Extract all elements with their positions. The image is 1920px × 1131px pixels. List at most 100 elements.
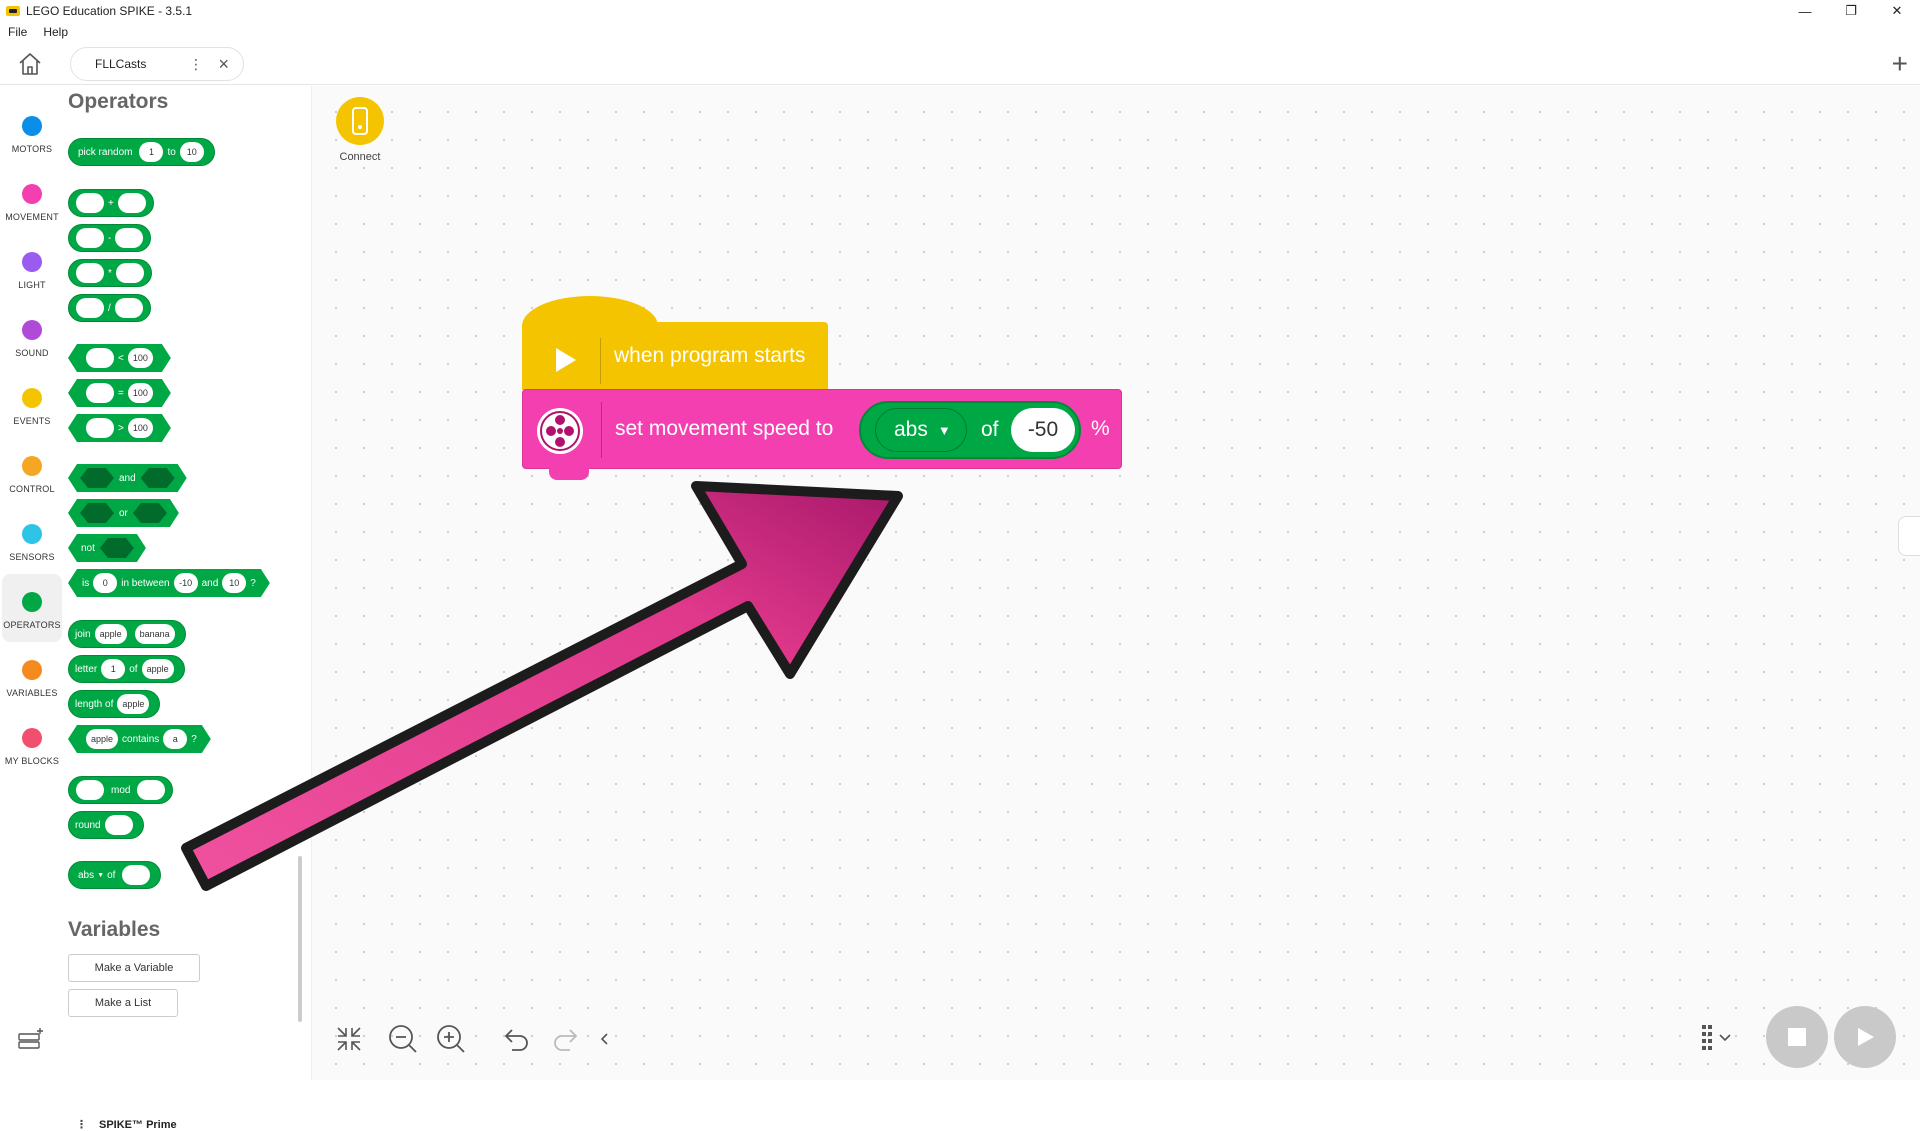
block-input[interactable]: 100 xyxy=(128,383,153,403)
block-input[interactable]: banana xyxy=(134,624,175,644)
block-input[interactable]: 100 xyxy=(128,348,153,368)
block-bool-slot[interactable] xyxy=(100,538,134,558)
block-input[interactable] xyxy=(114,298,143,318)
maximize-button[interactable]: ❐ xyxy=(1828,0,1874,22)
block-greater-than[interactable]: >100 xyxy=(68,414,171,442)
block-length-of[interactable]: length of apple xyxy=(68,690,161,718)
hub-menu-icon[interactable]: ⋮ xyxy=(76,1118,87,1131)
block-input[interactable] xyxy=(86,418,114,438)
block-divide[interactable]: / xyxy=(68,294,151,322)
category-my-blocks[interactable]: MY BLOCKS xyxy=(2,714,62,774)
block-input[interactable] xyxy=(86,348,114,368)
collapse-toolbar-button[interactable] xyxy=(588,1022,622,1056)
menu-file[interactable]: File xyxy=(0,25,35,39)
new-tab-icon[interactable]: + xyxy=(1892,50,1908,78)
programming-canvas[interactable]: Connect xyxy=(312,86,1920,1080)
category-events[interactable]: EVENTS xyxy=(2,374,62,434)
block-input[interactable] xyxy=(76,193,104,213)
block-input[interactable] xyxy=(122,865,151,885)
block-input[interactable]: 100 xyxy=(128,418,153,438)
block-in-between[interactable]: is 0 in between -10 and 10 ? xyxy=(68,569,270,597)
block-input[interactable] xyxy=(137,780,166,800)
close-window-button[interactable]: ✕ xyxy=(1874,0,1920,22)
block-mod[interactable]: mod xyxy=(68,776,174,804)
block-input[interactable] xyxy=(115,263,144,283)
tab-close-icon[interactable]: × xyxy=(218,54,229,75)
tab-fllcasts[interactable]: FLLCasts ⋮ × xyxy=(70,47,244,81)
category-control[interactable]: CONTROL xyxy=(2,442,62,502)
side-panel-handle[interactable] xyxy=(1898,516,1920,556)
block-subtract[interactable]: - xyxy=(68,224,152,252)
add-extension-button[interactable] xyxy=(16,1026,46,1052)
zoom-in-button[interactable] xyxy=(434,1022,468,1056)
redo-button[interactable] xyxy=(548,1022,582,1056)
make-list-button[interactable]: Make a List xyxy=(68,989,178,1017)
block-contains[interactable]: apple contains a ? xyxy=(68,725,211,753)
block-round[interactable]: round xyxy=(68,811,144,839)
minimize-button[interactable]: — xyxy=(1782,0,1828,22)
block-input[interactable] xyxy=(76,228,104,248)
category-motors[interactable]: MOTORS xyxy=(2,102,62,162)
block-letter-of[interactable]: letter 1 of apple xyxy=(68,655,185,683)
connect-button[interactable]: Connect xyxy=(334,97,386,163)
stop-button[interactable] xyxy=(1766,1006,1828,1068)
category-sound[interactable]: SOUND xyxy=(2,306,62,366)
hub-selector[interactable]: ⋮ SPIKE™ Prime xyxy=(76,1118,177,1131)
block-input[interactable] xyxy=(76,298,104,318)
category-operators[interactable]: OPERATORS xyxy=(2,574,62,642)
block-bool-slot[interactable] xyxy=(80,468,114,488)
speed-value-input[interactable]: -50 xyxy=(1011,408,1075,452)
hub-ports-button[interactable] xyxy=(1696,1022,1746,1056)
block-input[interactable] xyxy=(117,193,146,213)
block-input[interactable] xyxy=(104,815,133,835)
block-bool-slot[interactable] xyxy=(80,503,114,523)
block-join[interactable]: join apple banana xyxy=(68,620,186,648)
block-input[interactable] xyxy=(86,383,114,403)
block-input[interactable]: 10 xyxy=(222,573,246,593)
home-button[interactable] xyxy=(12,50,48,78)
block-bool-slot[interactable] xyxy=(133,503,167,523)
tab-menu-icon[interactable]: ⋮ xyxy=(189,56,203,73)
block-multiply[interactable]: * xyxy=(68,259,152,287)
block-input[interactable]: apple xyxy=(141,659,174,679)
make-variable-button[interactable]: Make a Variable xyxy=(68,954,200,982)
block-not[interactable]: not xyxy=(68,534,146,562)
block-input[interactable]: apple xyxy=(117,694,150,714)
block-input[interactable]: -10 xyxy=(174,573,198,593)
block-input[interactable] xyxy=(115,228,144,248)
block-input[interactable]: a xyxy=(163,729,187,749)
block-equals[interactable]: = 100 xyxy=(68,379,171,407)
menu-help[interactable]: Help xyxy=(35,25,76,39)
category-sensors[interactable]: SENSORS xyxy=(2,510,62,570)
run-button[interactable] xyxy=(1834,1006,1896,1068)
block-input[interactable] xyxy=(76,263,104,283)
abs-dropdown[interactable]: abs ▼ xyxy=(875,408,967,452)
block-add[interactable]: + xyxy=(68,189,154,217)
connect-circle[interactable] xyxy=(336,97,384,145)
set-movement-speed-block[interactable]: set movement speed to abs ▼ of -50 % xyxy=(522,389,1122,480)
block-input[interactable]: 0 xyxy=(93,573,117,593)
block-or[interactable]: or xyxy=(68,499,179,527)
block-dropdown[interactable]: abs xyxy=(78,870,94,881)
block-input[interactable]: 1 xyxy=(101,659,126,679)
category-variables[interactable]: VARIABLES xyxy=(2,646,62,706)
category-light[interactable]: LIGHT xyxy=(2,238,62,298)
block-bool-slot[interactable] xyxy=(141,468,175,488)
abs-operator-reporter[interactable]: abs ▼ of -50 xyxy=(859,401,1081,459)
palette-scrollbar[interactable] xyxy=(298,856,302,1022)
block-input[interactable]: apple xyxy=(94,624,127,644)
block-input[interactable]: apple xyxy=(86,729,118,749)
chevron-down-icon[interactable]: ▼ xyxy=(97,872,104,879)
block-input[interactable] xyxy=(76,780,104,800)
block-input[interactable]: 1 xyxy=(139,142,164,162)
block-less-than[interactable]: <100 xyxy=(68,344,171,372)
block-abs-of[interactable]: abs ▼ of xyxy=(68,861,162,889)
undo-button[interactable] xyxy=(500,1022,534,1056)
block-input[interactable]: 10 xyxy=(179,142,204,162)
collapse-view-button[interactable] xyxy=(332,1022,366,1056)
zoom-out-button[interactable] xyxy=(386,1022,420,1056)
block-pick-random[interactable]: pick random 1 to 10 xyxy=(68,138,215,166)
category-movement[interactable]: MOVEMENT xyxy=(2,170,62,230)
when-program-starts-block[interactable]: when program starts xyxy=(522,296,828,394)
block-and[interactable]: and xyxy=(68,464,187,492)
